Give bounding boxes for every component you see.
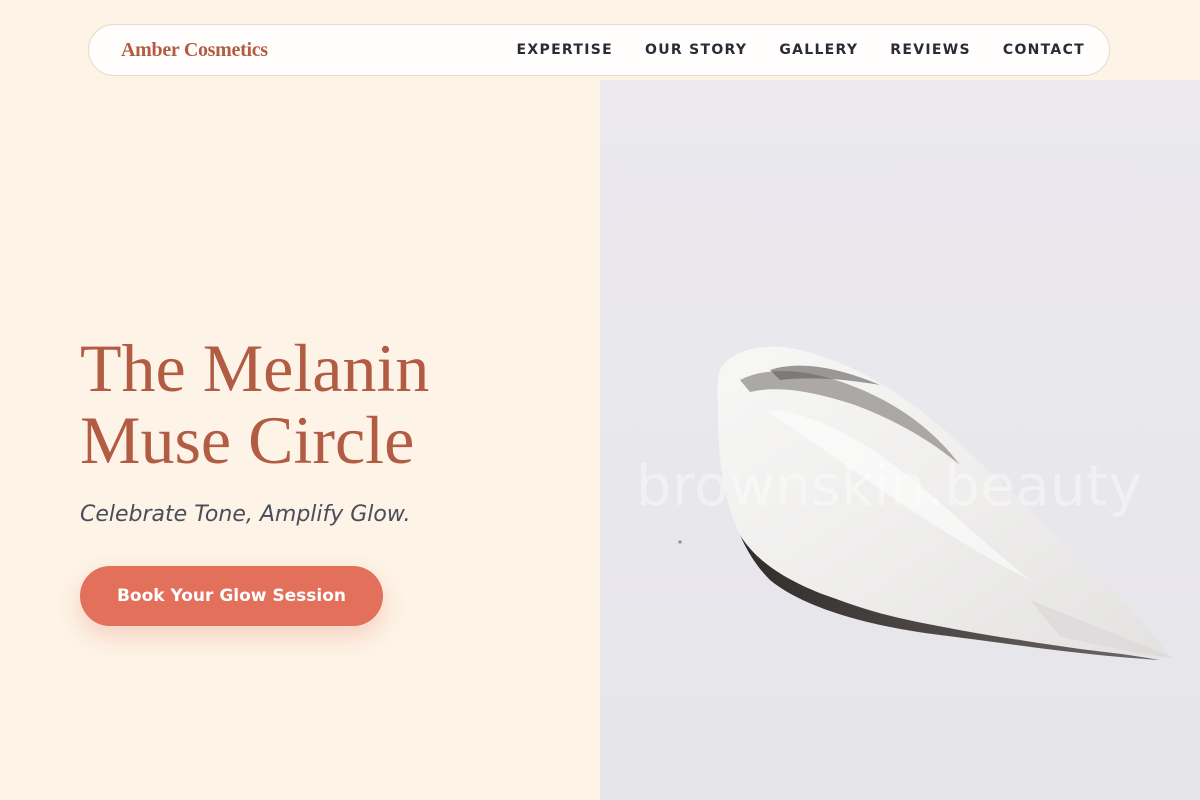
- nav-link-reviews[interactable]: REVIEWS: [890, 42, 971, 58]
- nav-link-gallery[interactable]: GALLERY: [779, 42, 858, 58]
- hero-tagline: Celebrate Tone, Amplify Glow.: [80, 502, 411, 527]
- hero-image: brownskin.beauty: [600, 80, 1200, 800]
- hero-title-line-1: The Melanin: [80, 330, 430, 406]
- landing-page: brownskin.beauty Amber Cosmetics EXPERTI…: [0, 0, 1200, 800]
- top-navbar: Amber Cosmetics EXPERTISE OUR STORY GALL…: [88, 24, 1110, 76]
- cream-swatch-image: [678, 346, 1175, 660]
- image-watermark: brownskin.beauty: [636, 454, 1143, 519]
- nav-link-our-story[interactable]: OUR STORY: [645, 42, 747, 58]
- hero-title-line-2: Muse Circle: [80, 402, 415, 478]
- nav-link-expertise[interactable]: EXPERTISE: [517, 42, 613, 58]
- brand-logo[interactable]: Amber Cosmetics: [121, 39, 268, 62]
- hero-title: The Melanin Muse Circle: [80, 332, 580, 476]
- nav-link-contact[interactable]: CONTACT: [1003, 42, 1085, 58]
- nav-links: EXPERTISE OUR STORY GALLERY REVIEWS CONT…: [517, 42, 1085, 58]
- book-glow-session-button[interactable]: Book Your Glow Session: [80, 566, 383, 626]
